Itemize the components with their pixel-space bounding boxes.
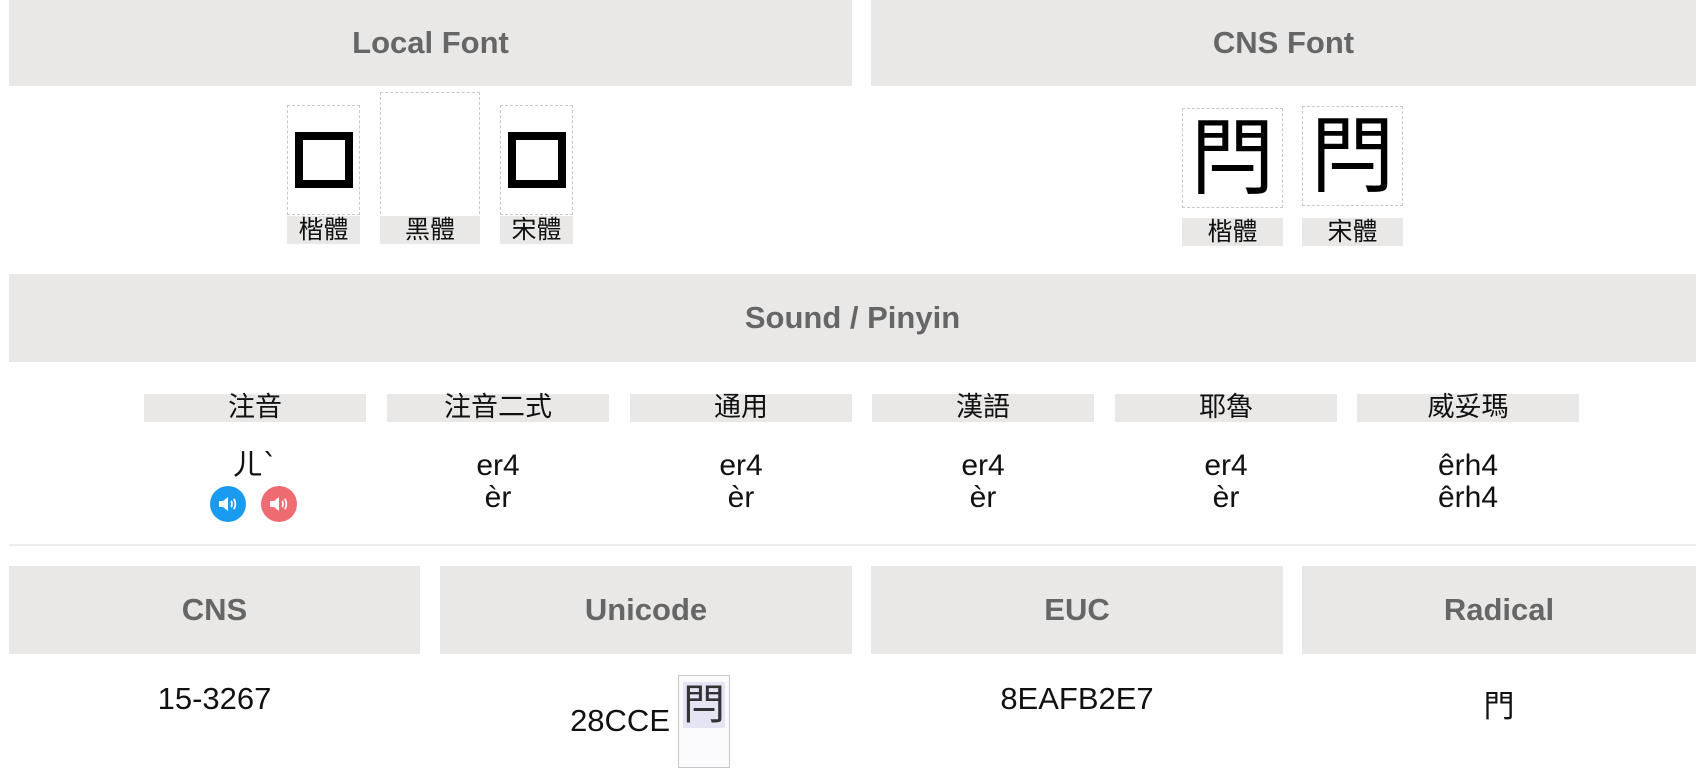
local-font-hei-label: 黑體 <box>380 216 480 244</box>
cns-code-value: 15-3267 <box>157 681 272 716</box>
radical-header: Radical <box>1302 566 1696 654</box>
unicode-value: 28CCE <box>570 703 670 738</box>
system-label-yale: 耶魯 <box>1115 394 1337 422</box>
system-label-tongyong: 通用 <box>630 394 852 422</box>
system-label-hanyu: 漢語 <box>872 394 1094 422</box>
pinyin-tongyong: er4 èr <box>630 450 852 514</box>
cns-font-song-glyph: 閂 <box>1302 106 1403 206</box>
local-font-kai-label: 楷體 <box>287 216 360 244</box>
pinyin-tone-mark: èr <box>1212 481 1240 514</box>
pinyin-hanyu: er4 èr <box>872 450 1094 514</box>
radical-title: Radical <box>1443 592 1555 627</box>
radical-value: 門 <box>1483 689 1515 724</box>
local-font-hei-glyph <box>380 92 480 229</box>
sound-pinyin-header: Sound / Pinyin <box>9 274 1696 362</box>
pinyin-numeric: er4 <box>476 449 520 482</box>
speaker-icon <box>270 497 288 511</box>
cns-kai-char: 閂 <box>1190 109 1275 207</box>
system-label-wade-giles: 威妥瑪 <box>1357 394 1579 422</box>
speaker-icon <box>219 497 237 511</box>
local-font-song-glyph <box>500 105 573 215</box>
unicode-glyph-preview: 閂 <box>678 675 730 768</box>
euc-value: 8EAFB2E7 <box>1000 681 1154 716</box>
pinyin-tone-mark: èr <box>969 481 997 514</box>
euc-header: EUC <box>871 566 1283 654</box>
local-font-song-label: 宋體 <box>500 216 573 244</box>
section-divider <box>9 544 1696 546</box>
system-label-zhuyin: 注音 <box>144 394 366 422</box>
cns-font-kai-glyph: 閂 <box>1182 108 1283 208</box>
cns-font-title: CNS Font <box>1212 25 1355 60</box>
speaker-male-button[interactable] <box>210 486 246 522</box>
pinyin-yale: er4 èr <box>1115 450 1337 514</box>
speaker-female-button[interactable] <box>261 486 297 522</box>
pinyin-zhuyin2: er4 èr <box>387 450 609 514</box>
cns-song-char: 閂 <box>1310 107 1395 205</box>
pinyin-numeric: er4 <box>1204 449 1248 482</box>
zhuyin-value: ㄦˋ <box>232 448 278 483</box>
missing-glyph-box <box>294 132 353 188</box>
unicode-glyph: 閂 <box>682 680 725 729</box>
unicode-title: Unicode <box>584 592 708 627</box>
local-font-header: Local Font <box>9 0 852 86</box>
local-font-kai-glyph <box>287 105 360 215</box>
pinyin-numeric: er4 <box>719 449 763 482</box>
cns-font-song-label: 宋體 <box>1302 218 1403 246</box>
system-label-zhuyin2: 注音二式 <box>387 394 609 422</box>
sound-pinyin-title: Sound / Pinyin <box>744 300 961 335</box>
cns-code-title: CNS <box>181 592 248 627</box>
pinyin-wade-giles: êrh4 êrh4 <box>1357 450 1579 514</box>
local-font-title: Local Font <box>352 25 509 60</box>
pinyin-tone-mark: èr <box>727 481 755 514</box>
cns-font-header: CNS Font <box>871 0 1696 86</box>
pinyin-numeric: er4 <box>961 449 1005 482</box>
cns-font-kai-label: 楷體 <box>1182 218 1283 246</box>
missing-glyph-box <box>507 132 566 188</box>
unicode-header: Unicode <box>440 566 852 654</box>
pinyin-numeric: êrh4 <box>1437 449 1499 482</box>
pinyin-tone-mark: êrh4 <box>1437 481 1499 514</box>
cns-code-header: CNS <box>9 566 420 654</box>
euc-title: EUC <box>1044 592 1110 627</box>
pinyin-tone-mark: èr <box>484 481 512 514</box>
